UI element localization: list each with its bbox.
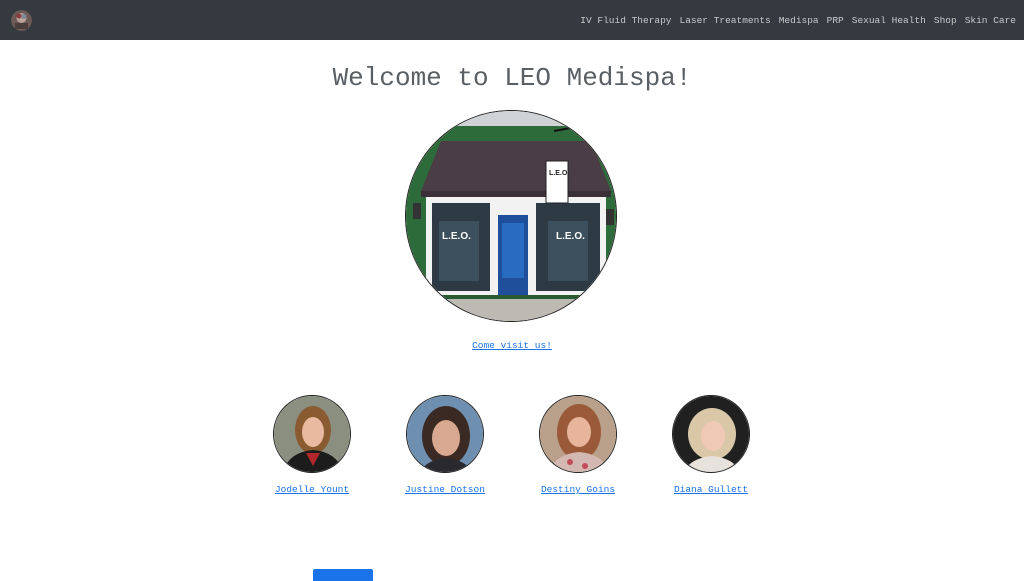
nav-link-shop[interactable]: Shop xyxy=(930,15,961,26)
staff-name-link[interactable]: Destiny Goins xyxy=(508,484,648,496)
bottom-partial-row xyxy=(313,569,373,581)
staff-avatar-justine xyxy=(406,395,484,473)
page-title: Welcome to LEO Medispa! xyxy=(332,63,692,93)
nav-links: IV Fluid Therapy Laser Treatments Medisp… xyxy=(576,15,1020,26)
nav-link-iv-fluid-therapy[interactable]: IV Fluid Therapy xyxy=(576,15,675,26)
staff-card-destiny: Destiny Goins xyxy=(508,395,648,496)
staff-avatar-destiny xyxy=(539,395,617,473)
nav-link-prp[interactable]: PRP xyxy=(823,15,848,26)
storefront-photo: L.E.O. L.E.O. L.E.O. xyxy=(405,110,617,322)
bottom-partial-button[interactable] xyxy=(313,569,373,581)
staff-card-justine: Justine Dotson xyxy=(375,395,515,496)
staff-avatar-diana xyxy=(672,395,750,473)
nav-link-sexual-health[interactable]: Sexual Health xyxy=(848,15,930,26)
come-visit-us-link[interactable]: Come visit us! xyxy=(472,340,552,351)
staff-card-jodelle: Jodelle Yount xyxy=(242,395,382,496)
staff-name-link[interactable]: Diana Gullett xyxy=(641,484,781,496)
staff-name-link[interactable]: Justine Dotson xyxy=(375,484,515,496)
staff-card-diana: Diana Gullett xyxy=(641,395,781,496)
visit-link-wrapper: Come visit us! xyxy=(0,340,1024,352)
hanging-sign: L.E.O. xyxy=(549,170,569,177)
staff-name-link[interactable]: Jodelle Yount xyxy=(242,484,382,496)
nav-link-laser-treatments[interactable]: Laser Treatments xyxy=(676,15,775,26)
brand-logo[interactable] xyxy=(11,9,32,31)
staff-avatar-jodelle xyxy=(273,395,351,473)
window-sign-right: L.E.O. xyxy=(556,231,585,242)
window-sign-left: L.E.O. xyxy=(442,231,471,242)
nav-link-skin-care[interactable]: Skin Care xyxy=(961,15,1020,26)
nav-link-medispa[interactable]: Medispa xyxy=(775,15,823,26)
top-navbar: IV Fluid Therapy Laser Treatments Medisp… xyxy=(0,0,1024,40)
